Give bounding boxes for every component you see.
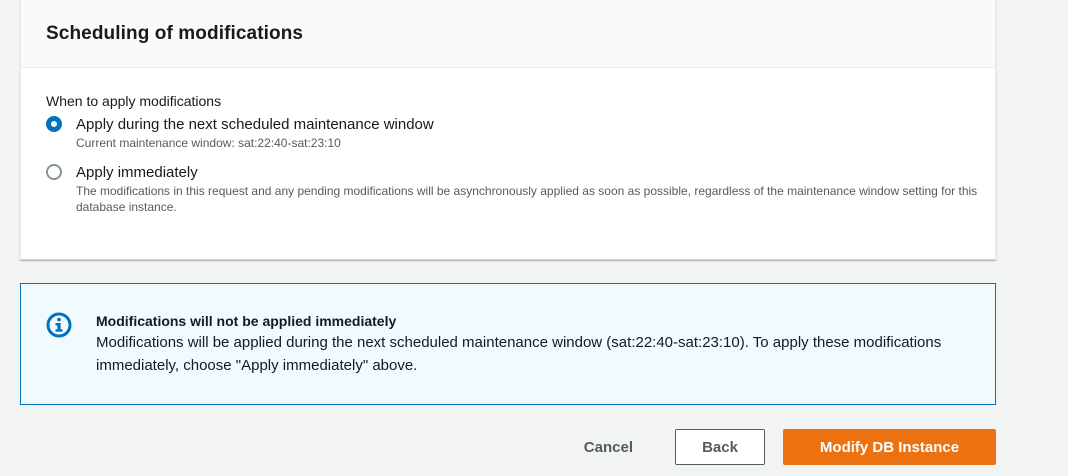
info-icon	[46, 312, 72, 338]
radio-option-maintenance-window[interactable]: Apply during the next scheduled maintena…	[46, 115, 995, 151]
form-actions: Cancel Back Modify DB Instance	[562, 429, 996, 465]
when-to-apply-label: When to apply modifications	[46, 93, 222, 109]
scheduling-panel: Scheduling of modifications When to appl…	[20, 0, 996, 260]
radio-button-maintenance-window[interactable]	[46, 116, 62, 132]
info-alert: Modifications will not be applied immedi…	[20, 283, 996, 405]
panel-title: Scheduling of modifications	[46, 22, 304, 44]
alert-text: Modifications will be applied during the…	[96, 334, 942, 374]
back-button[interactable]: Back	[675, 429, 765, 465]
modify-db-instance-button[interactable]: Modify DB Instance	[783, 429, 996, 465]
radio-description-maintenance-window: Current maintenance window: sat:22:40-sa…	[76, 136, 341, 150]
panel-header: Scheduling of modifications	[21, 0, 995, 68]
radio-label-maintenance-window: Apply during the next scheduled maintena…	[76, 116, 434, 133]
radio-description-apply-immediately: The modifications in this request and an…	[76, 184, 978, 214]
cancel-button[interactable]: Cancel	[562, 429, 655, 465]
radio-label-apply-immediately: Apply immediately	[76, 164, 198, 181]
alert-title: Modifications will not be applied immedi…	[96, 313, 397, 329]
alert-content: Modifications will not be applied immedi…	[96, 312, 976, 377]
panel-body: When to apply modifications Apply during…	[21, 68, 995, 215]
radio-button-apply-immediately[interactable]	[46, 164, 62, 180]
radio-option-apply-immediately[interactable]: Apply immediately The modifications in t…	[46, 163, 995, 215]
